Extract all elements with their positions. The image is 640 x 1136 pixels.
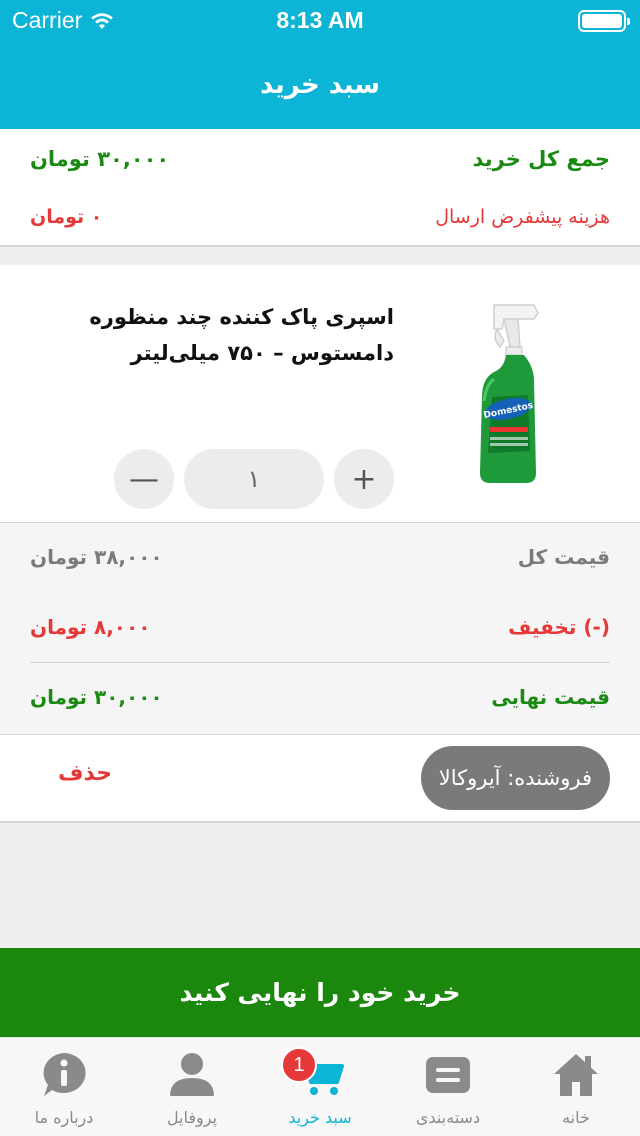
tab-category[interactable]: دسته‌بندی — [384, 1038, 512, 1136]
summary-total-label: جمع کل خرید — [472, 147, 610, 171]
price-total-value: ۳۸,۰۰۰ تومان — [30, 545, 163, 569]
tab-home[interactable]: خانه — [512, 1038, 640, 1136]
price-breakdown: قیمت کل ۳۸,۰۰۰ تومان (-) تخفیف ۸,۰۰۰ توم… — [0, 523, 640, 735]
summary-total-row: جمع کل خرید ۳۰,۰۰۰ تومان — [30, 143, 610, 175]
quantity-decrease-button[interactable]: — — [114, 449, 174, 509]
battery-icon — [578, 10, 630, 32]
summary-shipping-label: هزینه پیشفرض ارسال — [435, 206, 610, 228]
quantity-increase-button[interactable]: + — [334, 449, 394, 509]
summary-total-value: ۳۰,۰۰۰ تومان — [30, 147, 170, 171]
tab-cart[interactable]: 1 سبد خرید — [256, 1038, 384, 1136]
seller-row: فروشنده: آیروکالا حذف — [0, 735, 640, 823]
tab-about-label: درباره ما — [34, 1108, 94, 1127]
tab-bar: خانه دسته‌بندی 1 سبد خرید پروفایل — [0, 1037, 640, 1136]
cart-count-badge: 1 — [281, 1047, 317, 1083]
delete-button[interactable]: حذف — [58, 761, 112, 786]
price-discount-row: (-) تخفیف ۸,۰۰۰ تومان — [30, 611, 610, 643]
home-icon — [554, 1054, 598, 1096]
tab-home-label: خانه — [562, 1108, 590, 1127]
summary-shipping-row: هزینه پیشفرض ارسال ۰ تومان — [30, 201, 610, 233]
divider — [30, 662, 610, 663]
seller-badge: فروشنده: آیروکالا — [420, 746, 610, 810]
nav-bar: سبد خرید — [0, 40, 640, 129]
tab-cart-label: سبد خرید — [288, 1108, 352, 1127]
tab-profile[interactable]: پروفایل — [128, 1038, 256, 1136]
price-total-label: قیمت کل — [517, 545, 610, 569]
info-icon — [43, 1053, 86, 1096]
tab-about[interactable]: درباره ما — [0, 1038, 128, 1136]
clock: 8:13 AM — [276, 7, 364, 33]
status-bar: Carrier 8:13 AM — [0, 0, 640, 40]
price-final-row: قیمت نهایی ۳۰,۰۰۰ تومان — [30, 681, 610, 713]
domestos-spray-bottle-icon: Domestos — [480, 304, 539, 483]
tab-category-label: دسته‌بندی — [415, 1108, 481, 1127]
tab-profile-label: پروفایل — [166, 1108, 218, 1127]
quantity-value: ۱ — [184, 449, 324, 509]
product-title: اسپری پاک کننده چند منظوره دامستوس – ۷۵۰… — [89, 305, 394, 365]
checkout-button[interactable]: خرید خود را نهایی کنید — [0, 948, 640, 1037]
price-final-label: قیمت نهایی — [491, 685, 610, 709]
profile-icon — [170, 1053, 214, 1096]
price-discount-value: ۸,۰۰۰ تومان — [30, 615, 151, 639]
summary-shipping-value: ۰ تومان — [30, 206, 103, 228]
cart-summary: جمع کل خرید ۳۰,۰۰۰ تومان هزینه پیشفرض ار… — [0, 129, 640, 247]
price-discount-label: (-) تخفیف — [508, 615, 610, 639]
price-final-value: ۳۰,۰۰۰ تومان — [30, 685, 163, 709]
page-title: سبد خرید — [260, 69, 380, 100]
cart-item: اسپری پاک کننده چند منظوره دامستوس – ۷۵۰… — [0, 265, 640, 523]
category-icon — [426, 1057, 470, 1093]
checkout-label: خرید خود را نهایی کنید — [179, 978, 461, 1007]
price-total-row: قیمت کل ۳۸,۰۰۰ تومان — [30, 541, 610, 573]
